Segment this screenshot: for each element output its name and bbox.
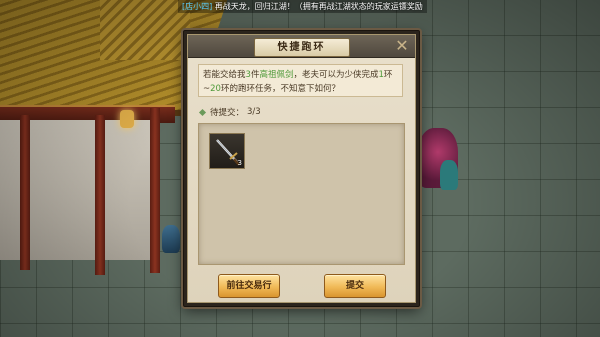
item-slot[interactable]: 3 [209, 133, 245, 169]
prompt-text: ，老夫可以为少侠完成 [293, 70, 379, 80]
prompt-text: 环的跑环任务，不知意下如何？ [220, 84, 340, 94]
item-submit-area: 3 [198, 123, 405, 265]
dialog-title-bar: 快捷跑环 ✕ [188, 35, 415, 58]
submit-button[interactable]: 提交 [324, 274, 386, 298]
broadcast-message: 再战天龙，回归江湖！（拥有再战江湖状态的玩家运镖奖励 [212, 2, 423, 11]
diamond-icon [198, 108, 207, 116]
system-broadcast: [店小四] 再战天龙，回归江湖！（拥有再战江湖状态的玩家运镖奖励 [178, 0, 427, 13]
prompt-text: 若能交给我 [203, 70, 246, 80]
prompt-loop-end: 20 [210, 84, 221, 94]
dialog-title: 快捷跑环 [253, 38, 350, 57]
close-icon: ✕ [395, 36, 409, 55]
pending-submit-row: 待提交： 3/3 [198, 106, 261, 118]
item-quantity: 3 [237, 159, 242, 167]
quick-loop-dialog: 快捷跑环 ✕ 若能交给我3件高祖佩剑，老夫可以为少侠完成1环~20环的跑环任务，… [183, 30, 420, 307]
broadcast-channel: [店小四] [182, 2, 213, 11]
pending-label: 待提交： [210, 108, 245, 118]
close-button[interactable]: ✕ [393, 37, 411, 55]
go-to-trade-button[interactable]: 前往交易行 [218, 274, 280, 298]
pending-count: 3/3 [247, 107, 261, 117]
dialog-body: 快捷跑环 ✕ 若能交给我3件高祖佩剑，老夫可以为少侠完成1环~20环的跑环任务，… [187, 34, 416, 303]
dialog-prompt: 若能交给我3件高祖佩剑，老夫可以为少侠完成1环~20环的跑环任务，不知意下如何？ [198, 64, 403, 97]
prompt-item-name: 高祖佩剑 [259, 70, 294, 80]
